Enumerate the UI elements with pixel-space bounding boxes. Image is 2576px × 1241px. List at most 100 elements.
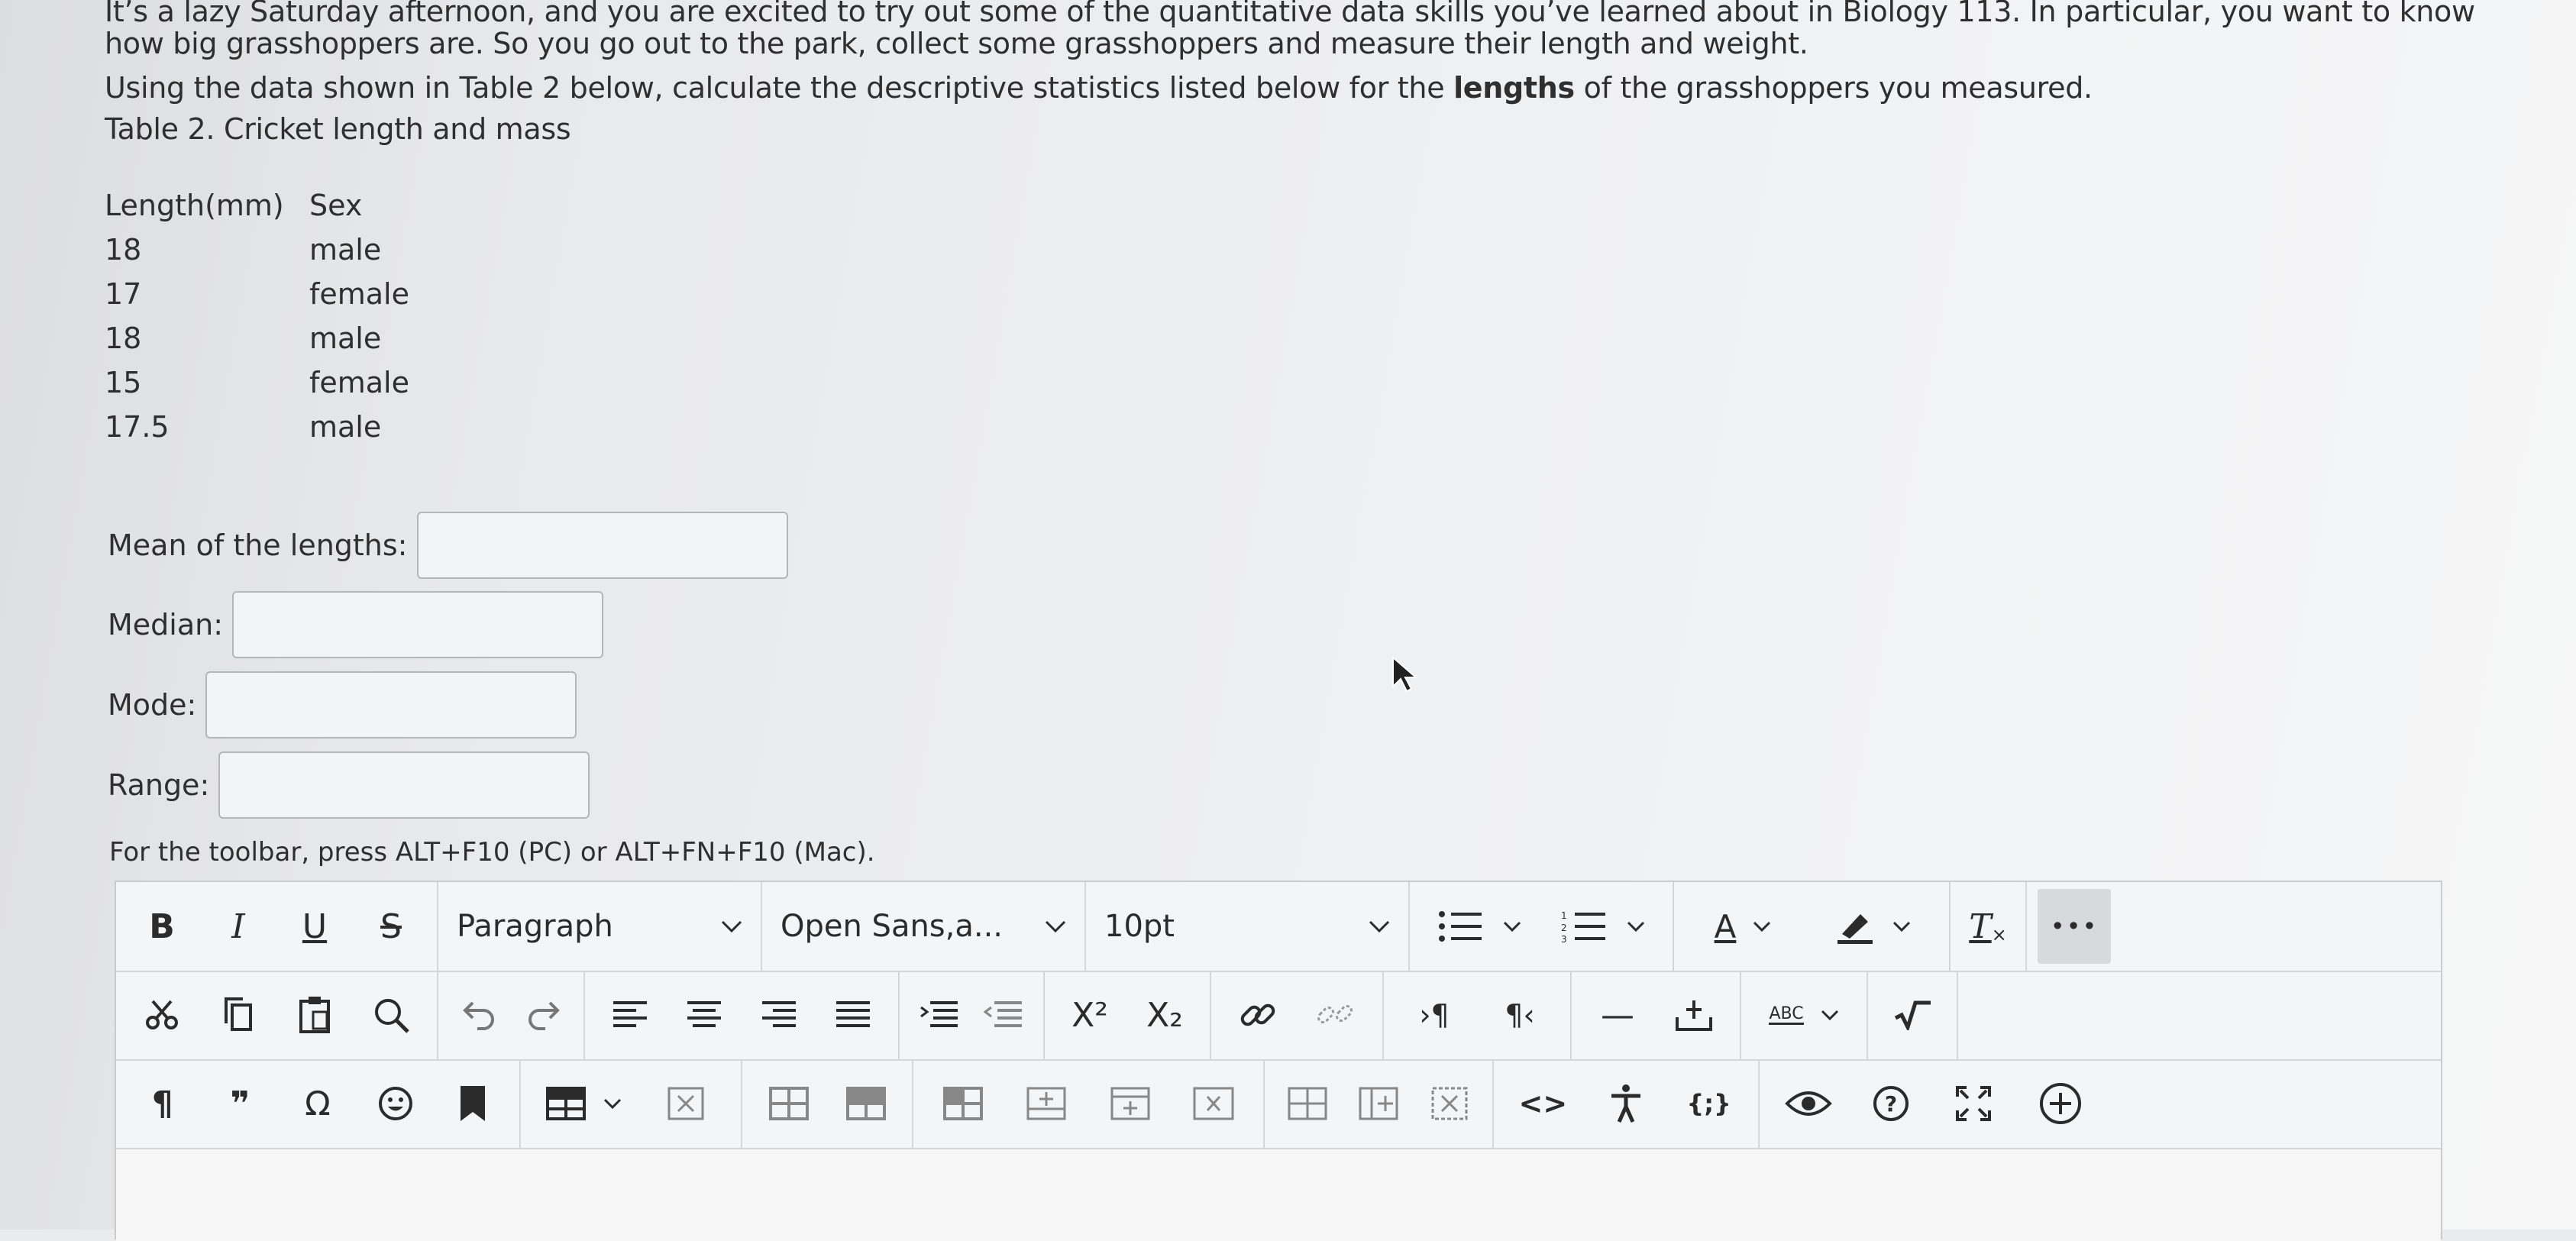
svg-text:3: 3	[1561, 934, 1567, 943]
bold-button[interactable]: B	[131, 896, 192, 957]
underline-button[interactable]: U	[284, 896, 345, 957]
source-code-button[interactable]: <>	[1512, 1073, 1573, 1134]
justify-button[interactable]	[823, 984, 884, 1045]
editor-content-area[interactable]	[116, 1149, 2441, 1241]
view-group: ?	[1760, 1059, 2022, 1148]
text-color-button[interactable]: A	[1712, 896, 1773, 957]
code-sample-button[interactable]: {;}	[1679, 1073, 1740, 1134]
undo-button[interactable]	[448, 984, 509, 1045]
font-size-dropdown[interactable]: 10pt	[1086, 882, 1410, 971]
redo-button[interactable]	[513, 984, 574, 1045]
left-to-right-button[interactable]: ›¶	[1404, 984, 1465, 1045]
delete-column-button[interactable]	[1419, 1073, 1480, 1134]
show-blocks-button[interactable]: ¶	[132, 1073, 193, 1134]
copy-button[interactable]	[208, 984, 269, 1045]
italic-button[interactable]: I	[208, 896, 269, 957]
table-cell-sex: male	[309, 233, 382, 267]
paste-button[interactable]	[284, 984, 345, 1045]
align-right-button[interactable]	[748, 984, 810, 1045]
accessibility-button[interactable]	[1595, 1073, 1656, 1134]
mean-input[interactable]	[416, 512, 788, 579]
outdent-button[interactable]	[973, 984, 1034, 1045]
more-options-button[interactable]: •••	[2038, 889, 2111, 964]
range-input[interactable]	[218, 751, 590, 819]
toolbar-row-3: ¶ ❞ Ω <> {;} ?	[116, 1059, 2441, 1149]
clear-formatting-button[interactable]: T ×	[1957, 896, 2018, 957]
horizontal-line-button[interactable]: —	[1587, 984, 1648, 1045]
help-button[interactable]: ?	[1860, 1073, 1921, 1134]
add-content-button[interactable]	[2030, 1073, 2091, 1134]
bullet-list-button[interactable]	[1437, 896, 1521, 957]
spellcheck-button[interactable]: ABC	[1769, 984, 1838, 1045]
remove-link-button[interactable]	[1305, 984, 1366, 1045]
insert-upload-button[interactable]	[1663, 984, 1724, 1045]
chevron-down-icon	[721, 920, 742, 933]
cell-properties-button[interactable]	[836, 1073, 897, 1134]
insert-column-before-button[interactable]	[1277, 1073, 1338, 1134]
median-input[interactable]	[232, 591, 604, 658]
chevron-down-icon	[1627, 921, 1645, 932]
outdent-icon	[984, 1001, 1022, 1027]
indent-group	[900, 971, 1045, 1059]
blockquote-button[interactable]: ❞	[209, 1073, 270, 1134]
table-button[interactable]	[545, 1073, 622, 1134]
find-button[interactable]	[360, 984, 422, 1045]
scissors-icon	[146, 1000, 178, 1029]
superscript-button[interactable]: X²	[1059, 984, 1120, 1045]
chevron-down-icon	[1753, 921, 1771, 932]
emoticons-button[interactable]	[365, 1073, 426, 1134]
rich-text-editor: B I U S Paragraph Open Sans,a... 10pt 1 …	[115, 881, 2442, 1241]
merge-cells-icon	[942, 1087, 983, 1120]
preview-button[interactable]	[1778, 1073, 1839, 1134]
block-format-dropdown[interactable]: Paragraph	[438, 882, 762, 971]
toolbar-row-1: B I U S Paragraph Open Sans,a... 10pt 1 …	[116, 882, 2441, 972]
fullscreen-button[interactable]	[1943, 1073, 2004, 1134]
chevron-down-icon	[1369, 920, 1390, 933]
insert-row-before-button[interactable]	[1016, 1073, 1077, 1134]
table-cell-length: 17	[105, 277, 142, 311]
delete-table-button[interactable]	[655, 1073, 716, 1134]
instruction-text-start: Using the data shown in Table 2 below, c…	[105, 71, 1454, 105]
equation-button[interactable]	[1882, 984, 1943, 1045]
insert-row-after-button[interactable]	[1100, 1073, 1161, 1134]
search-icon	[375, 999, 409, 1033]
right-to-left-button[interactable]: ¶‹	[1489, 984, 1550, 1045]
indent-icon	[920, 1001, 958, 1027]
special-character-button[interactable]: Ω	[287, 1073, 348, 1134]
merge-cells-button[interactable]	[932, 1073, 994, 1134]
font-family-dropdown[interactable]: Open Sans,a...	[762, 882, 1086, 971]
redo-icon	[528, 1001, 560, 1030]
indent-button[interactable]	[909, 984, 970, 1045]
cut-button[interactable]	[131, 984, 192, 1045]
table-header-row: Length(mm) Sex	[105, 183, 462, 228]
strikethrough-button[interactable]: S	[360, 896, 422, 957]
insert-row-after-icon	[1110, 1087, 1150, 1120]
highlight-color-button[interactable]	[1834, 896, 1911, 957]
mode-input[interactable]	[205, 671, 577, 738]
bookmark-icon	[461, 1086, 486, 1121]
chevron-down-icon	[1892, 921, 1911, 932]
numbered-list-button[interactable]: 1 23	[1561, 896, 1645, 957]
table-row: 15 female	[105, 360, 462, 405]
table-cell-sex: female	[309, 366, 409, 399]
table-cell-length: 18	[105, 233, 142, 267]
square-root-icon	[1894, 1000, 1931, 1030]
mode-field-group: Mode:	[108, 671, 577, 738]
link-group	[1211, 971, 1384, 1059]
delete-row-button[interactable]	[1183, 1073, 1244, 1134]
insert-column-after-button[interactable]	[1348, 1073, 1409, 1134]
align-center-button[interactable]	[674, 984, 735, 1045]
smiley-icon	[378, 1087, 412, 1120]
unlink-icon	[1317, 1004, 1353, 1024]
insert-link-button[interactable]	[1227, 984, 1288, 1045]
spellcheck-icon: ABC	[1769, 1003, 1804, 1025]
delete-row-icon	[1193, 1087, 1234, 1120]
toolbar-row-2: X² X₂ ›¶ ¶‹ — ABC	[116, 971, 2441, 1061]
align-left-button[interactable]	[600, 984, 661, 1045]
table-properties-button[interactable]	[758, 1073, 819, 1134]
clipboard-icon	[299, 997, 330, 1033]
table-props-group	[742, 1059, 913, 1148]
text-color-icon: A	[1714, 907, 1737, 945]
anchor-button[interactable]	[442, 1073, 503, 1134]
subscript-button[interactable]: X₂	[1134, 984, 1195, 1045]
